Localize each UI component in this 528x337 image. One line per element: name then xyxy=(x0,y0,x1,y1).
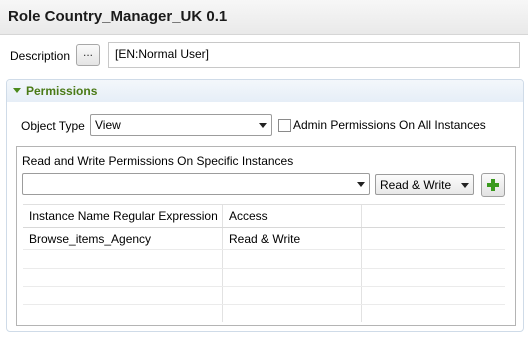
access-select[interactable]: Read & Write xyxy=(375,174,474,195)
object-type-label: Object Type xyxy=(21,119,85,133)
instances-group-label: Read and Write Permissions On Specific I… xyxy=(22,154,294,168)
access-select-value: Read & Write xyxy=(380,178,452,192)
chevron-down-icon xyxy=(259,123,267,128)
admin-permissions-checkbox[interactable] xyxy=(278,119,291,132)
permissions-section-header[interactable]: Permissions xyxy=(7,80,523,102)
object-type-value: View xyxy=(95,118,121,132)
column-header-access[interactable]: Access xyxy=(223,205,361,227)
triangle-down-icon[interactable] xyxy=(13,88,21,93)
description-label: Description xyxy=(10,49,71,63)
admin-permissions-label[interactable]: Admin Permissions On All Instances xyxy=(293,118,486,132)
instances-table: Instance Name Regular Expression Access … xyxy=(23,204,505,322)
add-permission-button[interactable] xyxy=(481,173,505,197)
row-divider xyxy=(23,286,505,287)
chevron-down-icon xyxy=(461,183,469,188)
editor-title: Role Country_Manager_UK 0.1 xyxy=(8,8,228,25)
row-divider xyxy=(23,249,505,250)
row-divider xyxy=(23,268,505,269)
table-cell-instance[interactable]: Browse_items_Agency xyxy=(23,229,151,249)
table-cell-access[interactable]: Read & Write xyxy=(223,229,300,249)
chevron-down-icon[interactable] xyxy=(357,182,365,187)
editor-title-bar: Role Country_Manager_UK 0.1 xyxy=(0,0,528,35)
description-browse-button[interactable]: ... xyxy=(76,44,100,66)
instance-name-combo[interactable] xyxy=(22,173,370,195)
column-header-instance[interactable]: Instance Name Regular Expression xyxy=(23,205,222,227)
row-divider xyxy=(23,304,505,305)
object-type-select[interactable]: View xyxy=(90,114,272,136)
plus-icon xyxy=(487,179,499,191)
permissions-section-label: Permissions xyxy=(26,84,98,98)
description-field[interactable]: [EN:Normal User] xyxy=(108,42,520,68)
header-divider xyxy=(23,227,505,228)
